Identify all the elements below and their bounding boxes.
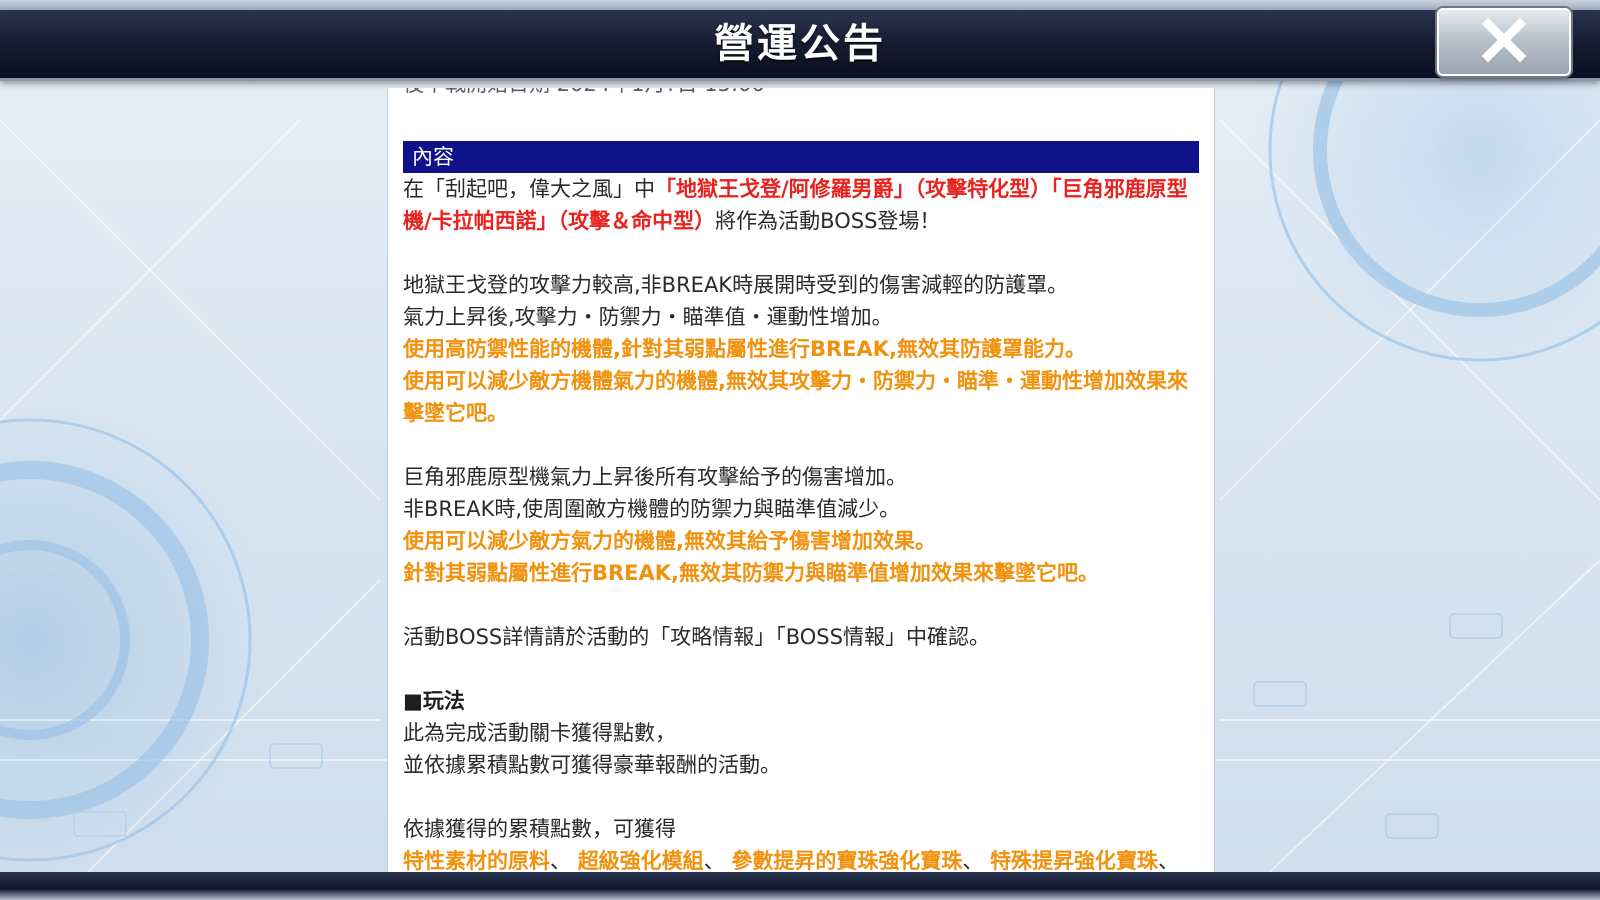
boss2-tip2: 針對其弱點屬性進行BREAK,無效其防禦力與瞄準值增加效果來擊墜它吧。 [403, 561, 1100, 585]
top-frame-edge [0, 0, 1600, 10]
reward-item: 參數提昇的寶珠強化寶珠 [731, 849, 963, 872]
footer-bar [0, 872, 1600, 900]
boss1-line1: 地獄王戈登的攻擊力較高,非BREAK時展開時受到的傷害減輕的防護罩。 [403, 273, 1069, 297]
boss1-line2: 氣力上昇後,攻擊力・防禦力・瞄準值・運動性增加。 [403, 305, 893, 329]
boss1-tip1: 使用高防禦性能的機體,針對其弱點屬性進行BREAK,無效其防護罩能力。 [403, 337, 1086, 361]
gameplay-line2: 並依據累積點數可獲得豪華報酬的活動。 [403, 753, 781, 777]
close-x-icon [1480, 16, 1528, 68]
intro-paragraph: 在「刮起吧，偉大之風」中「地獄王戈登/阿修羅男爵」（攻擊特化型）「巨角邪鹿原型機… [403, 177, 1188, 233]
boss-info-note: 活動BOSS詳情請於活動的「攻略情報」「BOSS情報」中確認。 [403, 625, 990, 649]
gameplay-heading: ■玩法 [403, 689, 465, 713]
rewards-list: 特性素材的原料、 超級強化模組、 參數提昇的寶珠強化寶珠、 特殊提昇強化寶珠、 [403, 849, 1180, 872]
gameplay-line1: 此為完成活動關卡獲得點數， [403, 721, 676, 745]
announcement-content: 後半戰開始日期 2024年1月?日 15:00 內容 在「刮起吧，偉大之風」中「… [403, 88, 1199, 872]
boss2-line2: 非BREAK時,使周圍敵方機體的防禦力與瞄準值減少。 [403, 497, 901, 521]
boss2-tip1: 使用可以減少敵方氣力的機體,無效其給予傷害增加效果。 [403, 529, 936, 553]
section-header-content: 內容 [403, 141, 1199, 173]
reward-item: 特性素材的原料 [403, 849, 550, 872]
cut-off-line: 後半戰開始日期 2024年1月?日 15:00 [403, 88, 1199, 104]
page-title: 營運公告 [714, 21, 886, 67]
reward-item: 特殊提昇強化寶珠 [990, 849, 1159, 872]
boss1-tip2: 使用可以減少敵方機體氣力的機體,無效其攻擊力・防禦力・瞄準・運動性增加效果來擊墜… [403, 369, 1188, 425]
announcement-panel[interactable]: 後半戰開始日期 2024年1月?日 15:00 內容 在「刮起吧，偉大之風」中「… [387, 88, 1215, 872]
boss2-line1: 巨角邪鹿原型機氣力上昇後所有攻擊給予的傷害增加。 [403, 465, 907, 489]
reward-item: 超級強化模組 [577, 849, 704, 872]
rewards-intro: 依據獲得的累積點數，可獲得 [403, 817, 676, 841]
close-button[interactable] [1437, 8, 1571, 76]
